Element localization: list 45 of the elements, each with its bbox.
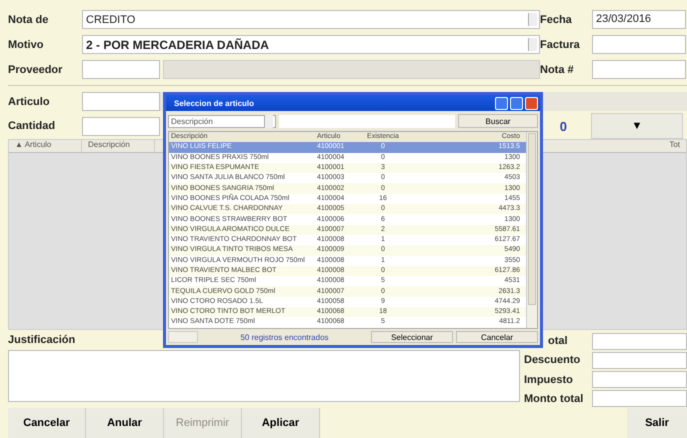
column-header[interactable]: Tot: [663, 140, 686, 152]
type-dropdown[interactable]: CREDITO: [82, 10, 540, 29]
field-label: Nota #: [540, 64, 575, 76]
field-label: Motivo: [8, 38, 44, 50]
select-button[interactable]: Seleccionar: [371, 331, 453, 343]
cancel-button[interactable]: Cancelar: [456, 331, 538, 343]
close-icon[interactable]: [525, 96, 538, 110]
record-count: 50 registros encontrados: [239, 332, 330, 342]
justification-textarea[interactable]: [8, 350, 520, 402]
total-field[interactable]: [592, 371, 687, 388]
action-button[interactable]: Cancelar: [8, 408, 86, 438]
reason-dropdown[interactable]: 2 - POR MERCADERIA DAÑADA: [82, 35, 540, 54]
field-label: Proveedor: [8, 64, 64, 76]
dropdown-button[interactable]: ▼: [591, 113, 683, 139]
field-label: Impuesto: [523, 374, 573, 386]
action-button[interactable]: Anular: [86, 408, 164, 438]
search-button[interactable]: Buscar: [458, 114, 538, 128]
supplier-code-field[interactable]: [82, 60, 160, 79]
field-label: Justificación: [8, 334, 76, 346]
note-number-field[interactable]: [592, 60, 686, 79]
column-header[interactable]: ▲ Articulo: [9, 140, 82, 152]
field-label: Fecha: [540, 14, 573, 26]
field-label: Cantidad: [8, 120, 56, 132]
date-field[interactable]: 23/03/2016: [592, 10, 686, 29]
invoice-field[interactable]: [592, 35, 686, 54]
search-by-dropdown[interactable]: Descripción: [168, 114, 276, 128]
column-header[interactable]: Descripción: [82, 140, 155, 152]
scrollbar[interactable]: [526, 132, 537, 328]
field-label: otal: [547, 335, 568, 348]
field-label: Factura: [540, 38, 581, 50]
field-label: Nota de: [8, 14, 50, 26]
field-label: Articulo: [8, 96, 51, 108]
field-label: Monto total: [523, 392, 584, 405]
total-field[interactable]: [592, 332, 687, 350]
total-field[interactable]: [592, 390, 687, 408]
scrollbar[interactable]: [168, 331, 198, 343]
article-field[interactable]: [82, 92, 160, 111]
item-count: 0: [560, 118, 567, 134]
search-field[interactable]: [279, 114, 455, 128]
dialog-title: Seleccion de articulo: [174, 98, 254, 108]
field-label: Descuento: [523, 354, 580, 366]
total-field[interactable]: [592, 352, 687, 369]
exit-button[interactable]: Salir: [627, 408, 687, 438]
quantity-field[interactable]: [82, 116, 160, 136]
action-button[interactable]: Aplicar: [242, 408, 320, 438]
